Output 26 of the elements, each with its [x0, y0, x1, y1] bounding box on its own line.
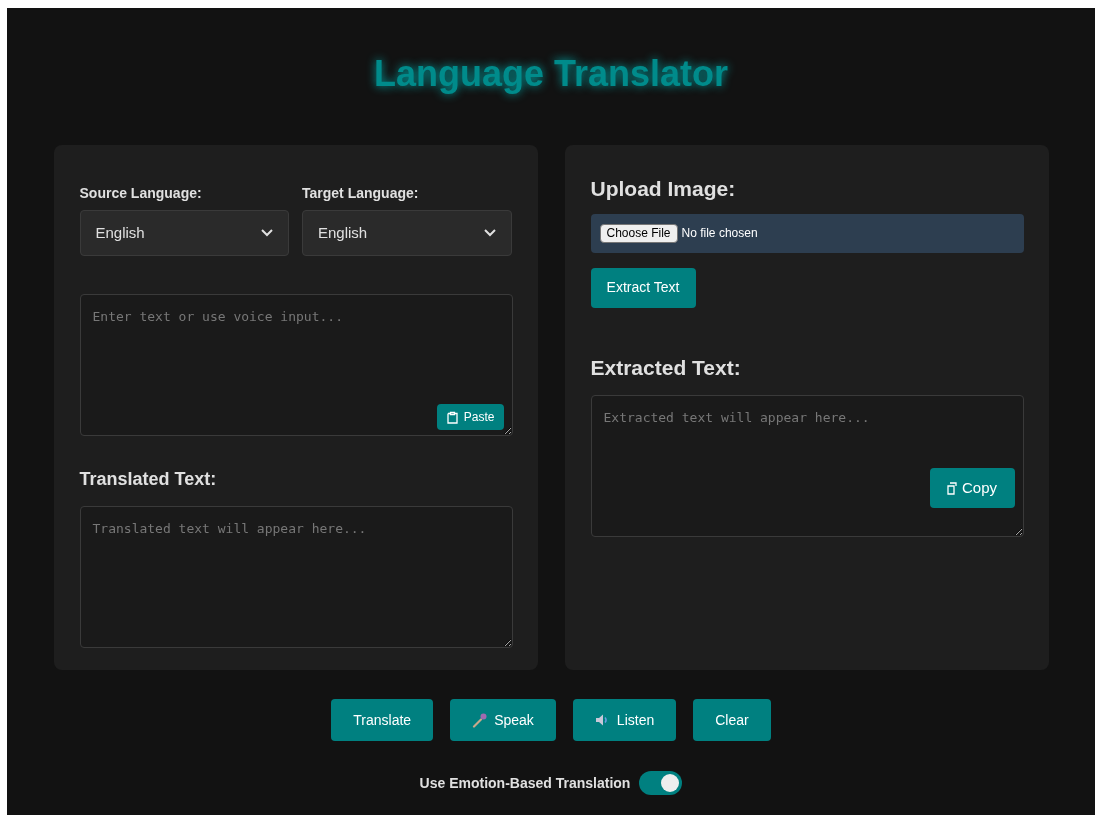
section-heading: Extracted Text:	[590, 354, 742, 381]
source-language-select[interactable]: English	[79, 210, 289, 256]
section-heading: Translated Text:	[79, 468, 218, 491]
target-language-select[interactable]: English	[302, 210, 512, 256]
extract-text-button[interactable]: Extract Text	[590, 267, 696, 308]
paste-button[interactable]: Paste	[436, 404, 504, 430]
toggle-label: Use Emotion-Based Translation	[419, 773, 631, 793]
choose-file-button[interactable]: Choose File	[599, 223, 678, 243]
field-label: Target Language:	[302, 184, 420, 203]
emotion-toggle[interactable]	[639, 771, 683, 795]
file-upload-field[interactable]: Choose File No file chosen	[590, 213, 1024, 253]
action-button[interactable]: Translate	[331, 699, 434, 741]
clipboard-icon	[445, 410, 459, 424]
file-status: No file chosen	[681, 225, 758, 242]
action-button[interactable]: Clear	[693, 699, 771, 741]
copy-button[interactable]: Copy	[929, 468, 1015, 508]
section-heading: Upload Image:	[590, 176, 737, 202]
chevron-down-icon	[261, 229, 273, 237]
action-button[interactable]: Listen	[572, 699, 677, 741]
page-title: Language Translator	[373, 52, 729, 96]
action-button[interactable]: Speak	[450, 699, 556, 741]
translated-text-area[interactable]: Translated text will appear here...	[79, 506, 513, 648]
field-label: Source Language:	[79, 184, 203, 203]
microphone-icon	[472, 712, 489, 728]
copy-icon	[947, 481, 958, 495]
chevron-down-icon	[483, 229, 496, 237]
